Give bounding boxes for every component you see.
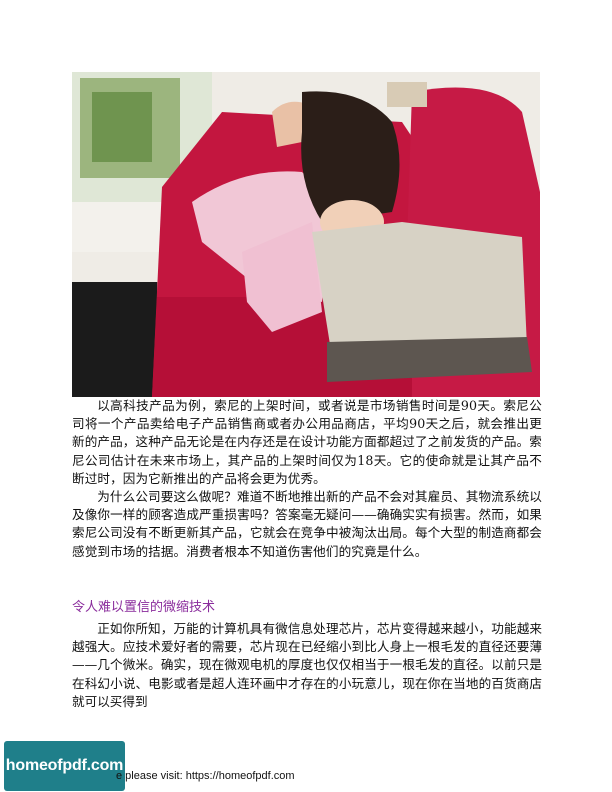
footer-link-text[interactable]: e please visit: https://homeofpdf.com <box>116 770 295 782</box>
photo-girl-with-laptop <box>72 72 540 397</box>
homeofpdf-logo[interactable]: homeofpdf.com <box>4 741 125 791</box>
section-heading: 令人难以置信的微缩技术 <box>72 600 216 615</box>
photo-illustration <box>72 72 540 397</box>
paragraph-why-companies: 为什么公司要这么做呢？难道不断地推出新的产品不会对其雇员、其物流系统以及像你一样… <box>72 489 542 559</box>
paragraph-miniaturization: 正如你所知，万能的计算机具有微信息处理芯片，芯片变得越来越小，功能越来越强大。应… <box>72 621 542 709</box>
section-body: 正如你所知，万能的计算机具有微信息处理芯片，芯片变得越来越小，功能越来越强大。应… <box>72 620 542 711</box>
logo-text: homeofpdf.com <box>5 757 124 774</box>
paragraph-sony-shelf-life: 以高科技产品为例，索尼的上架时间，或者说是市场销售时间是90天。索尼公司将一个产… <box>72 398 542 486</box>
article-body: 以高科技产品为例，索尼的上架时间，或者说是市场销售时间是90天。索尼公司将一个产… <box>72 397 542 561</box>
